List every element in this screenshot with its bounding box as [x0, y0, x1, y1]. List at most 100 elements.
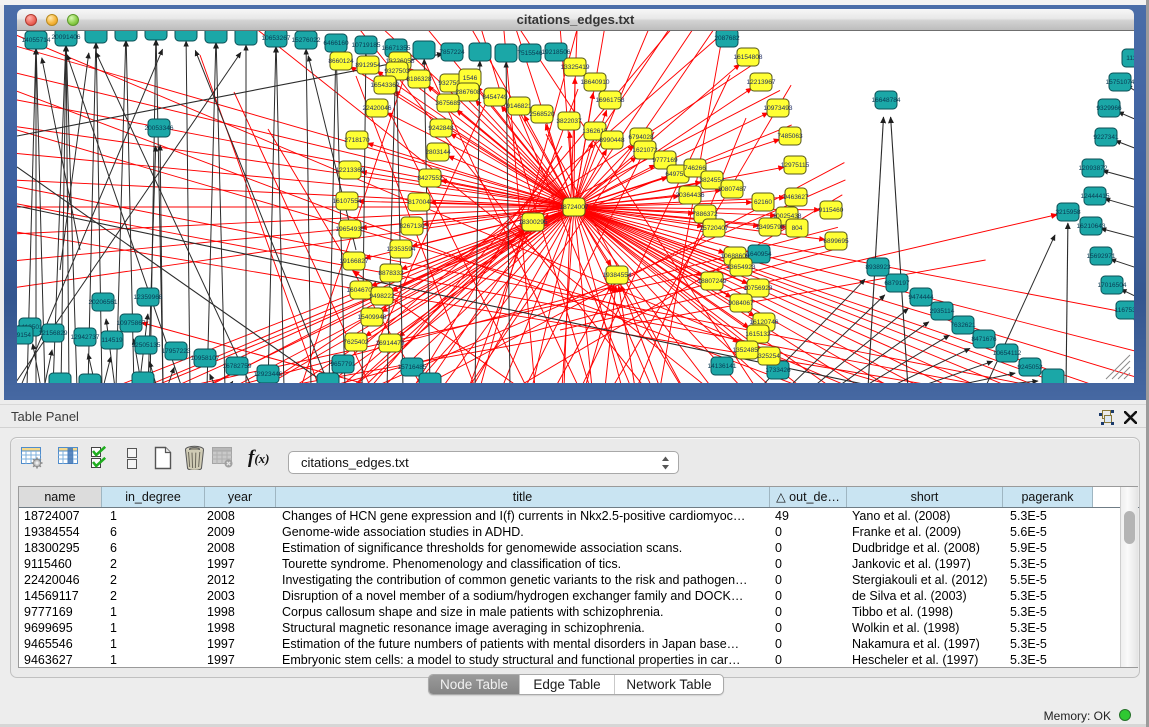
- svg-text:12444415: 12444415: [1081, 193, 1110, 200]
- svg-text:2087682: 2087682: [714, 35, 740, 42]
- svg-text:8990448: 8990448: [599, 137, 625, 144]
- svg-text:804: 804: [792, 225, 803, 232]
- svg-text:13654923: 13654923: [727, 264, 756, 271]
- svg-text:10654112: 10654112: [993, 350, 1022, 357]
- svg-text:1112: 1112: [1126, 55, 1134, 62]
- svg-text:6879197: 6879197: [884, 280, 910, 287]
- svg-text:9329966: 9329966: [1096, 105, 1122, 112]
- svg-text:7632621: 7632621: [950, 322, 976, 329]
- svg-text:16671355: 16671355: [382, 45, 411, 52]
- svg-text:9084067: 9084067: [728, 300, 754, 307]
- svg-text:8878332: 8878332: [378, 270, 404, 277]
- svg-text:8660124: 8660124: [328, 58, 354, 65]
- svg-text:14055714: 14055714: [22, 37, 51, 44]
- svg-text:8267130: 8267130: [399, 223, 425, 230]
- svg-text:8186328: 8186328: [406, 76, 432, 83]
- svg-text:746266: 746266: [684, 165, 706, 172]
- svg-text:1167533: 1167533: [1115, 307, 1134, 314]
- svg-text:18724007: 18724007: [560, 204, 589, 211]
- svg-text:10653267: 10653267: [262, 35, 291, 42]
- svg-text:18640910: 18640910: [581, 79, 610, 86]
- svg-text:8471676: 8471676: [971, 336, 997, 343]
- svg-text:817004: 817004: [408, 199, 430, 206]
- svg-text:14136141: 14136141: [708, 363, 737, 370]
- svg-text:18807249: 18807249: [698, 278, 727, 285]
- svg-text:10975867: 10975867: [117, 320, 146, 327]
- svg-text:22420046: 22420046: [363, 105, 392, 112]
- svg-text:1615132: 1615132: [745, 331, 771, 338]
- svg-text:3675685: 3675685: [435, 100, 461, 107]
- svg-text:12213369: 12213369: [336, 167, 365, 174]
- svg-text:2718170: 2718170: [344, 137, 370, 144]
- svg-text:2867608: 2867608: [455, 89, 481, 96]
- svg-text:62160: 62160: [754, 199, 772, 206]
- svg-text:2568520: 2568520: [529, 111, 555, 118]
- svg-text:20053346: 20053346: [145, 125, 174, 132]
- svg-text:15276022: 15276022: [292, 37, 321, 44]
- svg-text:16543362: 16543362: [371, 82, 400, 89]
- svg-text:10973493: 10973493: [764, 105, 793, 112]
- svg-text:325254: 325254: [758, 353, 780, 360]
- svg-text:19218506: 19218506: [542, 49, 571, 56]
- svg-text:16210643: 16210643: [1077, 223, 1106, 230]
- svg-text:16914479: 16914479: [376, 340, 405, 347]
- svg-text:9777169: 9777169: [652, 157, 678, 164]
- svg-text:12213967: 12213967: [747, 79, 776, 86]
- svg-text:16648784: 16648784: [872, 97, 901, 104]
- svg-text:17957223: 17957223: [162, 348, 191, 355]
- svg-text:16961758: 16961758: [596, 97, 625, 104]
- svg-text:9657791: 9657791: [330, 361, 356, 368]
- svg-text:8427552: 8427552: [417, 175, 443, 182]
- svg-text:7515546: 7515546: [517, 50, 543, 57]
- svg-text:6466160: 6466160: [323, 40, 349, 47]
- svg-text:12505135: 12505135: [132, 342, 161, 349]
- svg-text:39154: 39154: [17, 332, 31, 339]
- svg-text:10958107: 10958107: [191, 355, 220, 362]
- svg-text:8912954: 8912954: [355, 62, 381, 69]
- svg-text:12353594: 12353594: [387, 246, 416, 253]
- svg-text:9227341: 9227341: [1093, 134, 1119, 141]
- svg-text:2803144: 2803144: [425, 149, 451, 156]
- svg-text:1546: 1546: [463, 75, 478, 82]
- svg-text:19384554: 19384554: [603, 272, 632, 279]
- svg-text:10719185: 10719185: [352, 42, 381, 49]
- svg-text:3822037: 3822037: [556, 118, 582, 125]
- svg-text:12923446: 12923446: [254, 371, 283, 378]
- svg-text:13495798: 13495798: [756, 224, 785, 231]
- svg-text:6794028: 6794028: [628, 134, 654, 141]
- svg-text:7485063: 7485063: [777, 133, 803, 140]
- svg-text:114519: 114519: [101, 337, 123, 344]
- svg-text:20206561: 20206561: [89, 299, 118, 306]
- svg-text:16154808: 16154808: [734, 54, 763, 61]
- svg-text:8454749: 8454749: [482, 94, 508, 101]
- svg-text:7857224: 7857224: [439, 49, 465, 56]
- svg-text:7625402: 7625402: [343, 339, 369, 346]
- svg-text:13325419: 13325419: [561, 64, 590, 71]
- svg-text:20091406: 20091406: [52, 34, 81, 41]
- svg-text:15716485: 15716485: [398, 364, 427, 371]
- svg-text:3215958: 3215958: [1055, 209, 1081, 216]
- svg-text:12359968: 12359968: [134, 294, 163, 301]
- svg-text:7886372: 7886372: [692, 211, 718, 218]
- svg-text:17016504: 17016504: [1098, 282, 1127, 289]
- svg-text:1733426: 1733426: [765, 367, 791, 374]
- svg-text:15692971: 15692971: [1087, 253, 1116, 260]
- svg-text:15720407: 15720407: [700, 225, 729, 232]
- svg-text:15751074: 15751074: [1106, 79, 1134, 86]
- svg-text:18300295: 18300295: [519, 219, 548, 226]
- svg-text:12942737: 12942737: [71, 334, 100, 341]
- svg-text:9115460: 9115460: [819, 207, 844, 214]
- svg-text:9327503: 9327503: [384, 68, 410, 75]
- svg-text:9498222: 9498222: [369, 293, 395, 300]
- svg-text:19654935: 19654935: [336, 226, 365, 233]
- svg-text:20364436: 20364436: [676, 192, 705, 199]
- svg-text:10756923: 10756923: [744, 285, 773, 292]
- svg-text:16107554: 16107554: [333, 198, 362, 205]
- svg-text:10807487: 10807487: [718, 186, 747, 193]
- svg-text:9474444: 9474444: [908, 294, 934, 301]
- svg-text:6899695: 6899695: [823, 238, 849, 245]
- svg-text:12093872: 12093872: [1079, 165, 1108, 172]
- svg-text:1640954: 1640954: [746, 251, 772, 258]
- svg-text:12156829: 12156829: [39, 330, 68, 337]
- svg-text:9146821: 9146821: [506, 103, 532, 110]
